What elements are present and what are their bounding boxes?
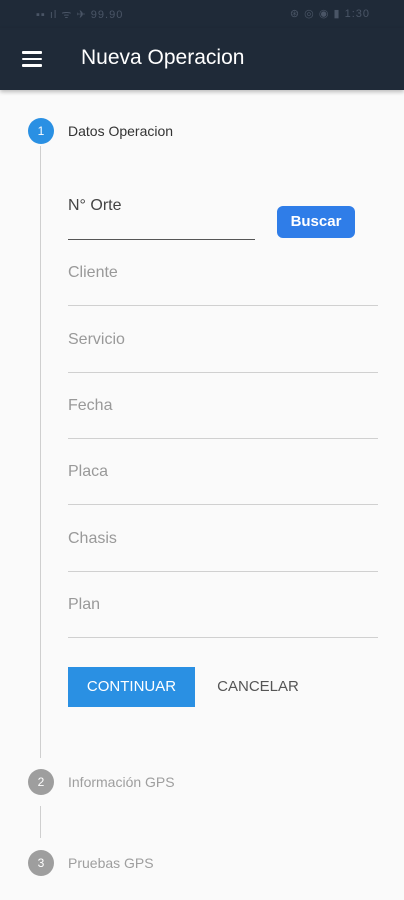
placa-label: Placa: [68, 463, 109, 480]
plan-field[interactable]: Plan: [68, 594, 378, 638]
step-1-indicator[interactable]: 1: [28, 118, 54, 144]
hamburger-menu-icon[interactable]: [22, 51, 42, 67]
page-title: Nueva Operacion: [81, 46, 245, 69]
step-2-label[interactable]: Información GPS: [68, 774, 175, 790]
step-connector-1: [40, 146, 41, 758]
orte-field[interactable]: N° Orte: [68, 194, 255, 240]
plan-label: Plan: [68, 596, 101, 613]
step-2-indicator[interactable]: 2: [28, 769, 54, 795]
cancelar-button[interactable]: CANCELAR: [205, 667, 311, 707]
chasis-field[interactable]: Chasis: [68, 528, 378, 572]
buscar-button[interactable]: Buscar: [277, 206, 355, 238]
step-3-indicator[interactable]: 3: [28, 850, 54, 876]
step-1-label[interactable]: Datos Operacion: [68, 123, 173, 139]
fecha-field[interactable]: Fecha: [68, 395, 378, 439]
cliente-label: Cliente: [68, 264, 118, 281]
step-3-label[interactable]: Pruebas GPS: [68, 855, 154, 871]
cliente-field[interactable]: Cliente: [68, 262, 378, 306]
chasis-label: Chasis: [68, 530, 117, 547]
placa-field[interactable]: Placa: [68, 461, 378, 505]
continuar-button[interactable]: CONTINUAR: [68, 667, 195, 707]
servicio-label: Servicio: [68, 331, 125, 348]
servicio-field[interactable]: Servicio: [68, 329, 378, 373]
fecha-label: Fecha: [68, 397, 113, 414]
status-left: ▪▪ ıl ᯤ ✈ 99.90: [36, 9, 124, 21]
step-connector-2: [40, 806, 41, 838]
status-bar: ▪▪ ıl ᯤ ✈ 99.90 ⊛ ◎ ◉ ▮ 1:30: [0, 0, 404, 28]
orte-label: N° Orte: [68, 197, 122, 214]
status-right: ⊛ ◎ ◉ ▮ 1:30: [289, 8, 370, 20]
app-bar: Nueva Operacion: [0, 28, 404, 90]
